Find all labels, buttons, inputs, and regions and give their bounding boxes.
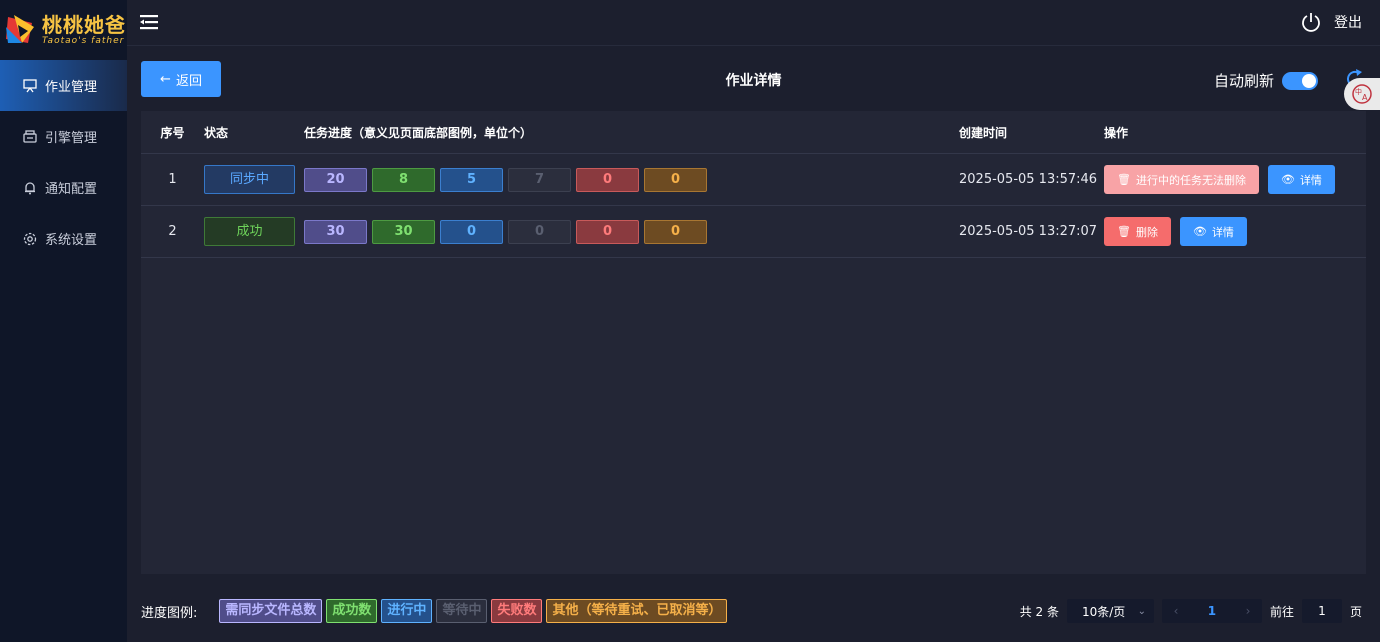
sidebar-item-label: 通知配置	[45, 182, 98, 197]
main-content: ← 返回 作业详情 自动刷新 中 A 序号 状态 任务进度（意义见页面底部图例，…	[127, 46, 1380, 642]
auto-refresh-toggle[interactable]	[1282, 71, 1318, 90]
page-size-select[interactable]: 10条/页 ⌄	[1066, 599, 1154, 623]
logout-label: 登出	[1334, 15, 1362, 31]
col-status: 状态	[204, 125, 229, 140]
legend-failed: 失败数	[491, 599, 543, 623]
eye-icon: 👁	[1192, 225, 1207, 238]
sidebar-item-jobs[interactable]: 作业管理	[0, 60, 127, 111]
progress-waiting: 0	[508, 219, 571, 244]
progress-other: 0	[644, 219, 707, 244]
progress-running: 0	[440, 219, 503, 244]
table-row: 2 成功 30 30 0 0 0 0 2025-05-05 13:27:07 🗑…	[141, 206, 1366, 258]
translate-icon[interactable]: 中 A	[1344, 78, 1380, 110]
page-suffix: 页	[1349, 604, 1362, 619]
logo[interactable]: 桃桃她爸 Taotao's father	[0, 0, 127, 60]
next-page-button[interactable]: ›	[1234, 604, 1262, 618]
progress-pills: 20 8 5 7 0 0	[304, 167, 959, 192]
svg-text:A: A	[1362, 93, 1368, 102]
power-icon	[1302, 13, 1320, 32]
delete-label: 删除	[1135, 225, 1158, 239]
sidebar-item-notifications[interactable]: 通知配置	[0, 162, 127, 213]
progress-running: 5	[440, 167, 503, 192]
page-size-value: 10条/页	[1081, 604, 1126, 619]
legend-success: 成功数	[326, 599, 378, 623]
jobs-table: 序号 状态 任务进度（意义见页面底部图例，单位个） 创建时间 操作 1 同步中 …	[141, 111, 1366, 574]
page-title: 作业详情	[725, 73, 782, 89]
sidebar-item-engines[interactable]: 引擎管理	[0, 111, 127, 162]
legend-other: 其他（等待重试、已取消等）	[546, 599, 728, 623]
goto-page-input[interactable]: 1	[1301, 599, 1342, 623]
trash-icon: 🗑	[1117, 225, 1131, 238]
engine-icon	[22, 129, 38, 145]
svg-text:中: 中	[1355, 87, 1362, 96]
sidebar: 桃桃她爸 Taotao's father 作业管理 引擎管理 通知配置 系统设置	[0, 0, 127, 642]
progress-failed: 0	[576, 219, 639, 244]
current-page[interactable]: 1	[1190, 604, 1234, 618]
logout-button[interactable]: 登出	[1300, 11, 1362, 33]
progress-success: 8	[372, 167, 435, 192]
gear-icon	[22, 231, 38, 247]
col-actions: 操作	[1104, 125, 1129, 140]
row-index: 2	[168, 224, 177, 239]
detail-label: 详情	[1299, 173, 1322, 187]
monitor-icon	[22, 78, 38, 94]
created-time: 2025-05-05 13:57:46	[959, 172, 1098, 187]
auto-refresh-label: 自动刷新	[1213, 72, 1274, 90]
bell-icon	[22, 180, 38, 196]
page-nav: ‹ 1 ›	[1161, 599, 1262, 623]
status-badge: 成功	[204, 217, 295, 246]
auto-refresh: 自动刷新	[1214, 70, 1318, 91]
progress-other: 0	[644, 167, 707, 192]
col-created: 创建时间	[959, 125, 1008, 140]
status-badge: 同步中	[204, 165, 295, 194]
brand-name: 桃桃她爸	[42, 12, 126, 37]
eye-icon: 👁	[1280, 173, 1295, 186]
pager-total: 共 2 条	[1019, 604, 1059, 619]
sidebar-item-label: 作业管理	[45, 80, 98, 95]
brand-subtitle: Taotao's father	[42, 35, 125, 46]
sidebar-item-label: 引擎管理	[45, 131, 98, 146]
delete-button[interactable]: 🗑 删除	[1104, 217, 1171, 246]
progress-failed: 0	[576, 167, 639, 192]
trash-icon: 🗑	[1117, 173, 1131, 186]
legend-label: 进度图例:	[141, 605, 198, 621]
created-time: 2025-05-05 13:27:07	[959, 224, 1098, 239]
logo-icon	[6, 15, 34, 43]
row-index: 1	[168, 172, 177, 187]
sidebar-item-label: 系统设置	[45, 233, 98, 248]
chevron-down-icon: ⌄	[1137, 605, 1146, 617]
delete-button-disabled[interactable]: 🗑 进行中的任务无法删除	[1104, 165, 1259, 194]
delete-label: 进行中的任务无法删除	[1135, 173, 1246, 187]
progress-success: 30	[372, 219, 435, 244]
table-row: 1 同步中 20 8 5 7 0 0 2025-05-05 13:57:46 🗑…	[141, 154, 1366, 206]
sidebar-item-settings[interactable]: 系统设置	[0, 213, 127, 264]
progress-legend: 进度图例: 需同步文件总数 成功数 进行中 等待中 失败数 其他（等待重试、已取…	[141, 599, 728, 623]
progress-waiting: 7	[508, 167, 571, 192]
menu-toggle-icon[interactable]	[139, 12, 159, 32]
legend-total: 需同步文件总数	[219, 599, 323, 623]
detail-button[interactable]: 👁 详情	[1179, 217, 1247, 246]
detail-button[interactable]: 👁 详情	[1267, 165, 1335, 194]
goto-label: 前往	[1269, 604, 1294, 619]
progress-total: 30	[304, 219, 367, 244]
col-index: 序号	[160, 125, 185, 140]
top-bar: 登出	[127, 0, 1380, 46]
table-header: 序号 状态 任务进度（意义见页面底部图例，单位个） 创建时间 操作	[141, 111, 1366, 154]
pagination: 共 2 条 10条/页 ⌄ ‹ 1 › 前往 1 页	[1020, 599, 1362, 623]
detail-label: 详情	[1211, 225, 1234, 239]
col-progress: 任务进度（意义见页面底部图例，单位个）	[304, 125, 533, 140]
progress-total: 20	[304, 167, 367, 192]
legend-running: 进行中	[381, 599, 433, 623]
progress-pills: 30 30 0 0 0 0	[304, 219, 959, 244]
prev-page-button[interactable]: ‹	[1162, 604, 1190, 618]
legend-waiting: 等待中	[436, 599, 488, 623]
